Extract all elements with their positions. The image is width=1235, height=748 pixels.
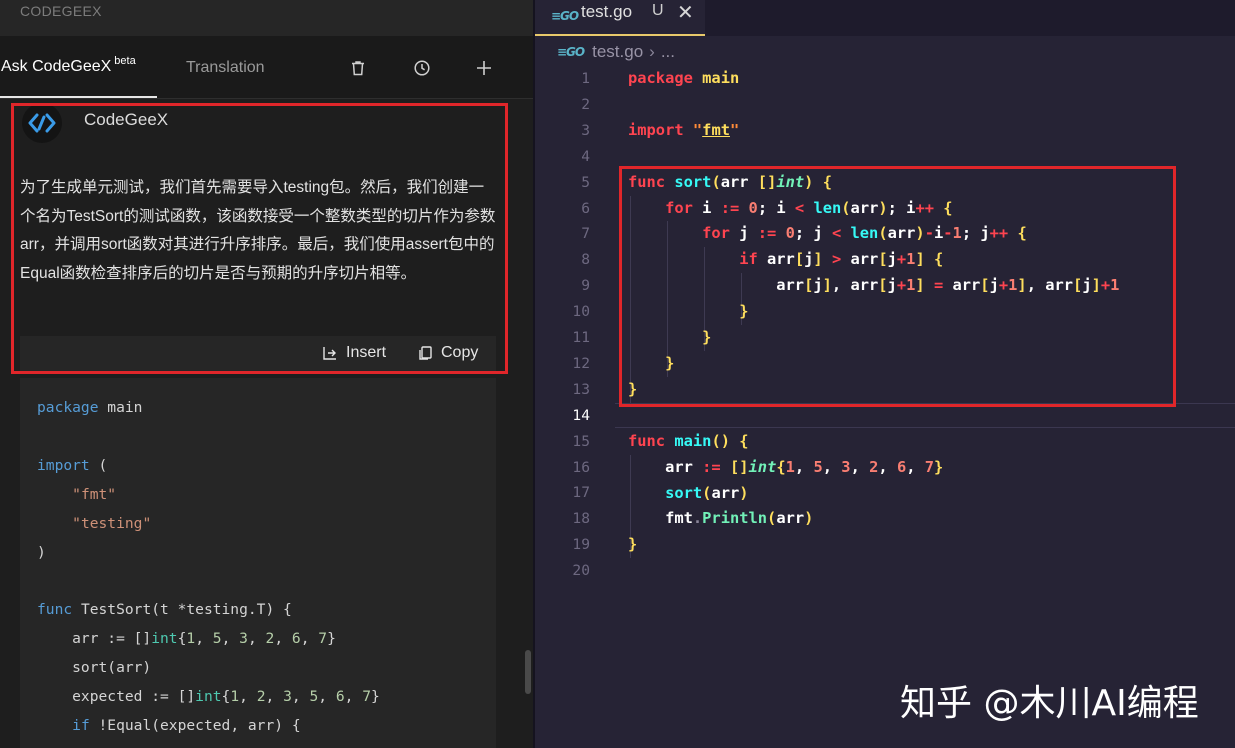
unsaved-status: U	[652, 2, 664, 19]
chevron-right-icon: ›	[649, 42, 655, 61]
code-editor: ≡GO test.go U ✕ ≡GO test.go › ... 123456…	[535, 0, 1235, 748]
line-number: 1	[581, 70, 590, 87]
editor-code[interactable]: package main import "fmt" func sort(arr …	[628, 66, 1119, 558]
app-title: CODEGEEX	[20, 3, 102, 19]
line-number: 16	[572, 458, 590, 476]
line-number: 9	[581, 277, 590, 295]
codegeex-panel: CODEGEEX Ask CodeGeeX beta Translation Co…	[0, 0, 533, 748]
copy-label: Copy	[441, 344, 479, 361]
tab-bar: Ask CodeGeeX beta Translation	[0, 36, 533, 99]
breadcrumb: ≡GO test.go › ...	[557, 41, 675, 63]
line-number: 15	[572, 432, 590, 450]
plus-icon[interactable]	[472, 56, 496, 80]
line-number: 14	[572, 406, 590, 424]
line-number: 17	[572, 484, 590, 502]
close-icon[interactable]: ✕	[677, 0, 694, 25]
breadcrumb-more[interactable]: ...	[661, 42, 675, 62]
editor-tab-test-go[interactable]: ≡GO test.go U ✕	[535, 0, 705, 36]
code-text: package main import ( "fmt" "testing" ) …	[37, 399, 380, 734]
breadcrumb-file[interactable]: test.go	[592, 42, 643, 62]
line-number: 11	[572, 329, 590, 346]
go-file-icon: ≡GO	[551, 9, 579, 23]
scrollbar-thumb[interactable]	[525, 650, 531, 694]
history-icon[interactable]	[410, 56, 434, 80]
line-number: 20	[572, 562, 590, 580]
tab-translation[interactable]: Translation	[186, 59, 265, 77]
tab-ask-label: Ask CodeGeeX	[1, 58, 112, 75]
line-number: 10	[572, 303, 590, 321]
line-number: 19	[572, 536, 590, 554]
line-number: 5	[581, 173, 590, 191]
tab-ask-codegeex[interactable]: Ask CodeGeeX beta	[0, 36, 157, 98]
insert-icon	[323, 347, 336, 360]
go-file-icon: ≡GO	[557, 45, 585, 59]
insert-button[interactable]: Insert	[322, 344, 386, 362]
line-number: 18	[572, 510, 590, 528]
insert-label: Insert	[346, 344, 387, 361]
editor-tab-bar: ≡GO test.go U ✕	[535, 0, 1235, 36]
copy-icon	[419, 346, 432, 360]
reply-action-bar: Insert Copy	[20, 336, 496, 372]
line-number: 7	[581, 225, 590, 243]
generated-code-block[interactable]: package main import ( "fmt" "testing" ) …	[20, 378, 496, 748]
bot-name: CodeGeeX	[84, 110, 169, 129]
codegeex-avatar	[22, 103, 62, 143]
trash-icon[interactable]	[346, 56, 370, 80]
line-number: 13	[572, 380, 590, 398]
editor-tab-name: test.go	[581, 2, 633, 21]
line-number: 6	[581, 199, 590, 217]
line-number: 8	[581, 251, 590, 269]
line-number: 4	[581, 147, 590, 165]
line-number: 3	[581, 121, 590, 139]
line-number: 2	[581, 95, 590, 113]
copy-button[interactable]: Copy	[417, 344, 478, 362]
line-number: 12	[572, 354, 590, 372]
reply-text: 为了生成单元测试，我们首先需要导入testing包。然后，我们创建一个名为Tes…	[20, 179, 496, 282]
watermark-text: 知乎 @木川AI编程	[900, 683, 1199, 724]
beta-badge: beta	[114, 55, 136, 67]
panel-header: CODEGEEX	[0, 0, 533, 36]
